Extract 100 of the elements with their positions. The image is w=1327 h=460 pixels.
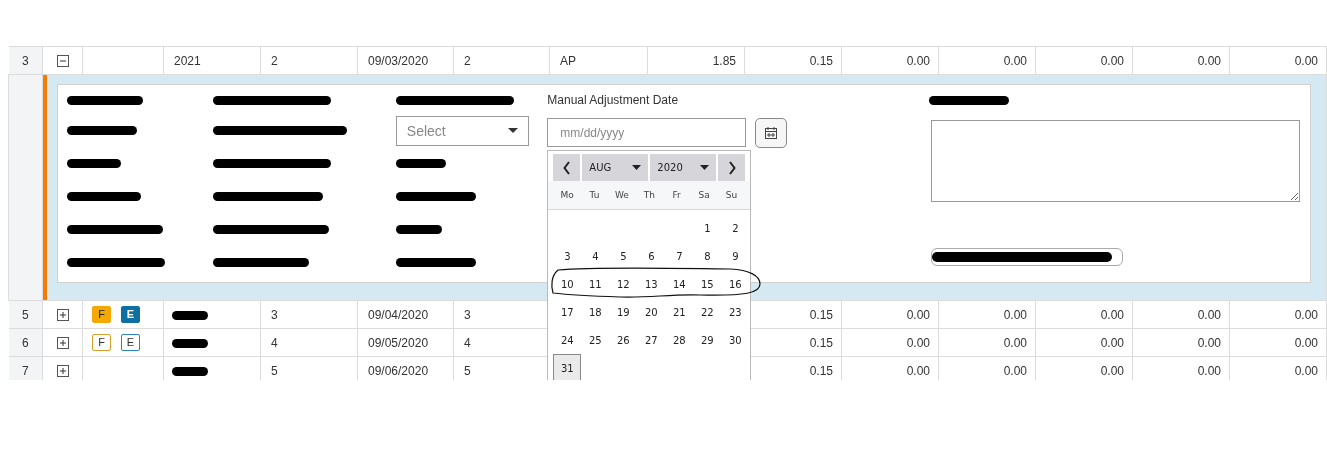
next-month-button[interactable] [718,154,746,181]
calendar-day[interactable]: 21 [665,298,694,326]
calendar-day[interactable]: 27 [637,326,666,354]
table-cell: 0.00 [1294,363,1318,378]
weekday-label: Mo [559,190,575,200]
calendar-button[interactable] [755,118,788,148]
table-cell: 0.00 [1294,53,1318,68]
table-cell: 4 [271,335,278,350]
table-cell: 0.00 [1197,53,1221,68]
table-cell: 0.00 [1003,53,1027,68]
table-cell: 0.15 [809,307,833,322]
calendar-day[interactable]: 6 [637,242,666,270]
table-cell: 0.15 [809,53,833,68]
status-tag: E [121,334,140,351]
table-cell: 0.15 [809,363,833,378]
calendar-day[interactable]: 22 [693,298,722,326]
table-cell: 09/04/2020 [368,307,429,322]
expand-icon[interactable] [56,337,69,350]
calendar-day[interactable]: 17 [553,298,582,326]
table-cell: 0.00 [1294,335,1318,350]
collapse-icon[interactable] [56,55,69,68]
select-dropdown[interactable]: Select [395,115,529,146]
table-cell: 0.00 [906,335,930,350]
table-cell: 0.00 [906,307,930,322]
calendar-day[interactable]: 14 [665,270,694,298]
redaction-mark [67,159,121,168]
calendar-day[interactable]: 2 [721,214,750,242]
previous-month-button[interactable] [553,154,581,181]
table-cell: 4 [464,335,471,350]
row-number: 3 [8,46,43,75]
table-cell: 0.00 [1100,307,1124,322]
table-cell: 0.15 [809,335,833,350]
table-cell: 2021 [174,53,201,68]
table-cell: 09/06/2020 [368,363,429,378]
expand-icon[interactable] [56,309,69,322]
table-cell: 0.00 [1100,335,1124,350]
table-cell: 0.00 [1003,363,1027,378]
calendar-day[interactable]: 19 [609,298,638,326]
calendar-day[interactable]: 28 [665,326,694,354]
calendar-day[interactable]: 15 [693,270,722,298]
calendar-day[interactable]: 25 [581,326,610,354]
table-cell: 2 [271,53,278,68]
chevron-right-icon [727,160,736,175]
year-select[interactable]: 2020 [650,154,717,181]
table-cell: 0.00 [1294,307,1318,322]
calendar-day[interactable]: 20 [637,298,666,326]
table-cell: 0.00 [906,363,930,378]
table-cell: 0.00 [1197,335,1221,350]
redaction-mark [172,310,208,320]
chevron-left-icon [562,160,571,175]
calendar-day[interactable]: 8 [693,242,722,270]
calendar-day[interactable]: 26 [609,326,638,354]
month-select[interactable]: AUG [582,154,649,181]
weekday-label: We [613,190,630,200]
table-cell: 09/05/2020 [368,335,429,350]
calendar-day[interactable]: 18 [581,298,610,326]
calendar-day[interactable]: 29 [693,326,722,354]
calendar-day[interactable]: 30 [721,326,750,354]
expand-icon[interactable] [56,365,69,378]
row-number: 7 [8,356,43,380]
calendar-day[interactable]: 1 [693,214,722,242]
table-cell: 0.00 [906,53,930,68]
calendar-day[interactable]: 3 [553,242,582,270]
calendar-day[interactable]: 31 [553,354,582,380]
calendar-icon [765,127,778,139]
table-cell: 0.00 [1003,335,1027,350]
status-tag: E [121,306,140,323]
calendar-day[interactable]: 11 [581,270,610,298]
table-cell: 09/03/2020 [368,53,429,68]
table-cell: 0.00 [1100,363,1124,378]
calendar-day[interactable]: 4 [581,242,610,270]
calendar-day[interactable]: 13 [637,270,666,298]
status-tag: F [92,334,111,351]
table-cell: 0.00 [1197,363,1221,378]
calendar-day[interactable]: 5 [609,242,638,270]
redaction-mark [172,338,208,348]
weekday-label: Fr [671,190,682,200]
text-area[interactable] [931,120,1300,202]
field-label: Manual Adjustment Date [547,93,679,107]
weekday-label: Sa [697,190,711,200]
table-cell: 1.85 [712,53,736,68]
date-field[interactable]: mm/dd/yyyy [547,118,747,147]
weekday-label: Tu [588,190,601,200]
table-cell: AP [560,53,576,68]
table-cell: 0.00 [1003,307,1027,322]
weekday-label: Su [724,190,739,200]
row-number: 5 [8,300,43,329]
table-cell: 5 [464,363,471,378]
calendar-day[interactable]: 7 [665,242,694,270]
redaction-mark [67,126,137,135]
calendar-day[interactable]: 10 [553,270,582,298]
calendar-day[interactable]: 12 [609,270,638,298]
table-cell: 3 [464,307,471,322]
calendar-day[interactable]: 16 [721,270,750,298]
calendar-day[interactable]: 9 [721,242,750,270]
caret-icon [632,165,642,170]
pill-button[interactable] [931,248,1123,266]
calendar-day[interactable]: 23 [721,298,750,326]
table-cell: 0.00 [1100,53,1124,68]
calendar-day[interactable]: 24 [553,326,582,354]
